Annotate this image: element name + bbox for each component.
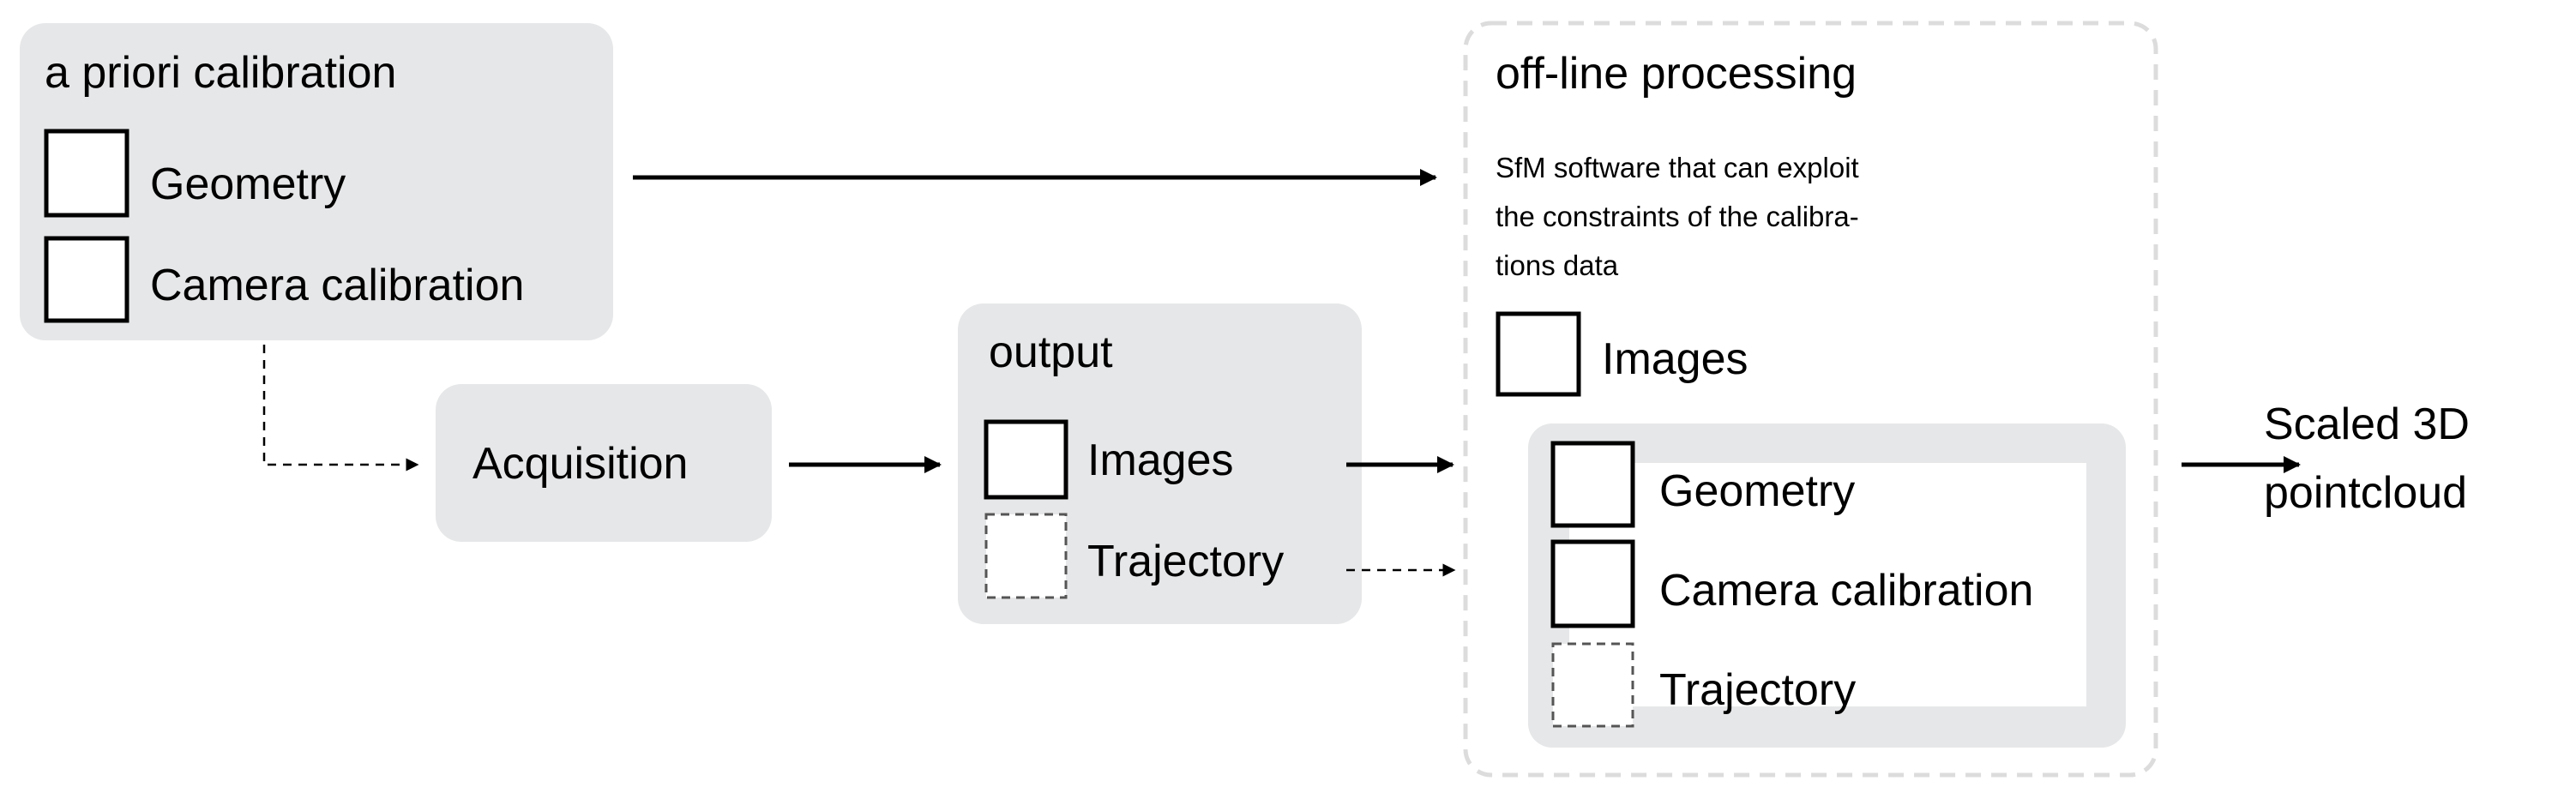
apriori-item-geometry: Geometry xyxy=(150,159,346,209)
offline-item-camera-calibration: Camera calibration xyxy=(1659,566,2033,616)
camera-calibration-square-icon xyxy=(1550,539,1635,628)
apriori-item-camera-calibration: Camera calibration xyxy=(150,261,524,310)
offline-description-line: SfM software that can exploit xyxy=(1496,152,1859,183)
acquisition-label: Acquisition xyxy=(472,439,688,489)
offline-images-label: Images xyxy=(1602,334,1748,384)
calibration-data-group: Geometry Camera calibration Trajectory xyxy=(1528,424,2126,748)
offline-title: off-line processing xyxy=(1496,49,1857,99)
apriori-title: a priori calibration xyxy=(45,48,396,98)
dashed-arrow-apriori-to-acquisition xyxy=(262,345,419,472)
camera-calibration-square-icon xyxy=(44,236,129,323)
offline-description-line: the constraints of the calibra- xyxy=(1496,201,1859,232)
offline-description-line: tions data xyxy=(1496,249,1619,281)
trajectory-dashed-square-icon xyxy=(984,513,1068,599)
geometry-square-icon xyxy=(44,129,129,218)
apriori-calibration-box: a priori calibration Geometry Camera cal… xyxy=(20,23,613,340)
images-square-icon xyxy=(1496,311,1581,397)
workflow-diagram: a priori calibration Geometry Camera cal… xyxy=(20,21,2470,778)
trajectory-dashed-square-icon xyxy=(1551,642,1634,728)
output-title: output xyxy=(989,327,1113,377)
offline-item-trajectory: Trajectory xyxy=(1659,665,1856,715)
output-item-trajectory: Trajectory xyxy=(1087,537,1284,586)
output-item-images: Images xyxy=(1087,436,1234,485)
geometry-square-icon xyxy=(1550,441,1635,528)
offline-processing-box: off-line processing SfM software that ca… xyxy=(1463,21,2158,778)
images-square-icon xyxy=(984,419,1068,500)
result-line: Scaled 3D xyxy=(2264,399,2470,449)
offline-item-geometry: Geometry xyxy=(1659,466,1855,516)
output-box: output Images Trajectory xyxy=(958,303,1362,624)
result-line: pointcloud xyxy=(2264,468,2467,518)
acquisition-box: Acquisition xyxy=(436,384,772,542)
